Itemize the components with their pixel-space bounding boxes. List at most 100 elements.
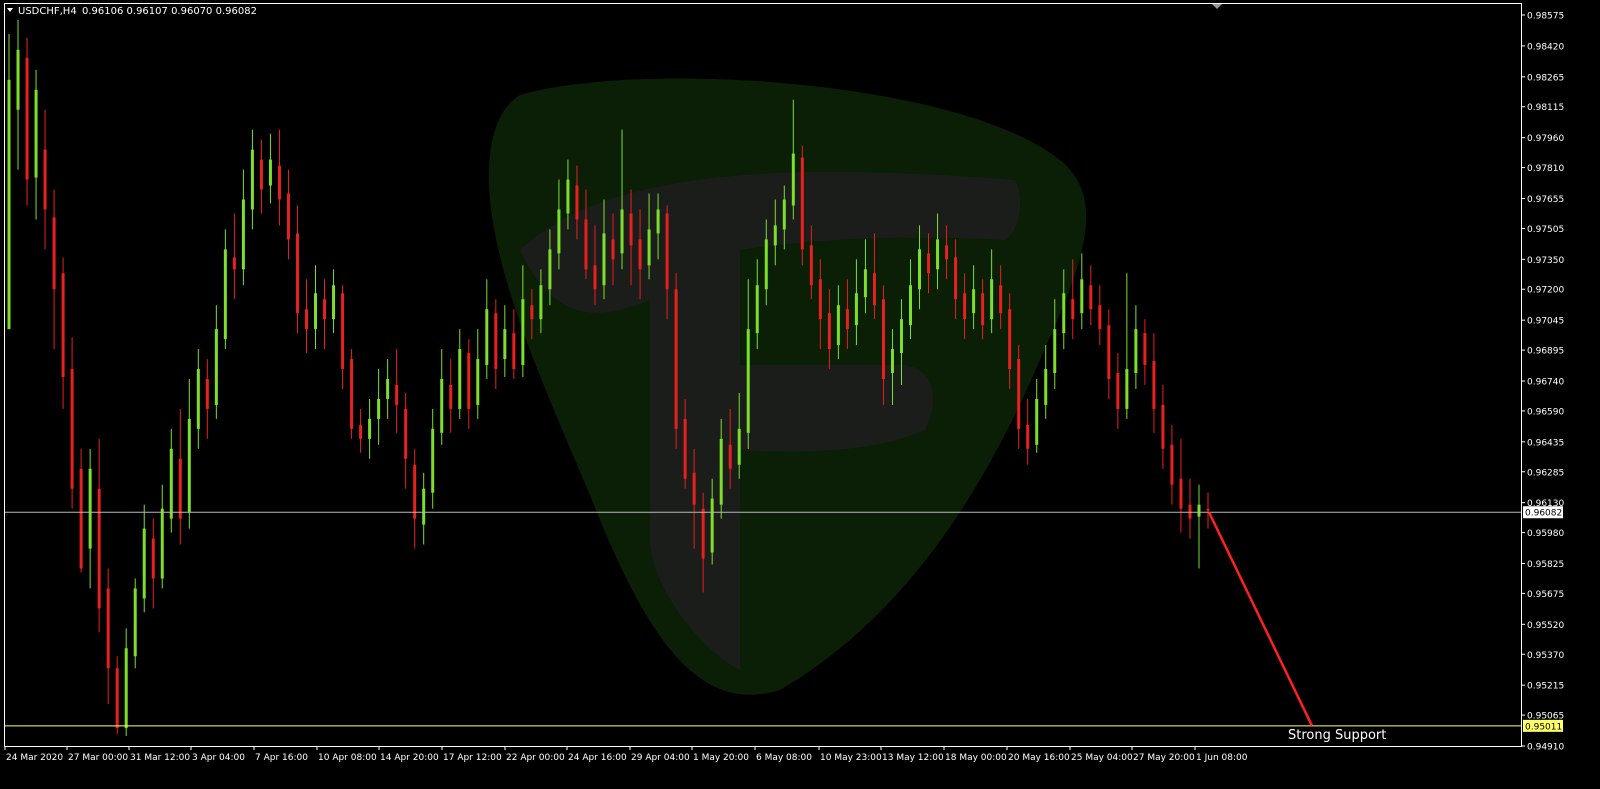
- time-tick-label: 31 Mar 12:00: [130, 753, 190, 763]
- price-tick-label: 0.96895: [1527, 347, 1564, 357]
- time-tick-label: 20 May 16:00: [1008, 753, 1070, 763]
- time-tick-label: 10 May 23:00: [820, 753, 882, 763]
- candle-body: [205, 379, 209, 409]
- time-tick-label: 27 May 20:00: [1133, 753, 1195, 763]
- candle-body: [872, 273, 876, 306]
- candle-body: [1017, 359, 1021, 429]
- candle-body: [440, 379, 444, 433]
- time-tick-label: 13 May 12:00: [882, 753, 944, 763]
- candle-body: [854, 293, 858, 326]
- candle-body: [638, 239, 642, 270]
- candle-body: [909, 285, 913, 326]
- time-tick-label: 10 Apr 08:00: [318, 753, 377, 763]
- candle-body: [386, 379, 390, 399]
- candle-body: [1125, 369, 1129, 409]
- candle-body: [1089, 285, 1093, 310]
- candle-body: [1062, 293, 1066, 334]
- time-tick-label: 1 Jun 08:00: [1196, 753, 1248, 763]
- candle-body: [512, 333, 516, 370]
- candle-body: [232, 257, 236, 270]
- candle-body: [359, 424, 363, 439]
- candle-body: [981, 293, 985, 326]
- candle-body: [927, 253, 931, 274]
- candle-body: [1179, 478, 1183, 509]
- candle-body: [881, 299, 885, 380]
- time-tick-label: 6 May 08:00: [756, 753, 812, 763]
- time-tick-label: 1 May 20:00: [693, 753, 749, 763]
- candle-body: [341, 293, 345, 370]
- candle-body: [1080, 279, 1084, 314]
- candle-body: [196, 369, 200, 429]
- price-tick-label: 0.95825: [1527, 560, 1564, 570]
- price-tick-label: 0.96435: [1527, 438, 1564, 448]
- candle-body: [160, 508, 164, 579]
- candle-body: [61, 273, 65, 378]
- candle-body: [954, 257, 958, 300]
- candle-body: [521, 299, 525, 366]
- candle-body: [268, 159, 272, 186]
- chart-canvas[interactable]: 0.98575 0.98420 0.98265 0.98115 0.97960 0.978…: [0, 0, 1600, 785]
- support-price-tag-label: 0.95011: [1525, 722, 1562, 732]
- price-tick-label: 0.97960: [1527, 134, 1564, 144]
- price-chart[interactable]: 0.98575 0.98420 0.98265 0.98115 0.97960 0.978…: [0, 0, 1600, 785]
- price-tick-label: 0.96740: [1527, 377, 1564, 387]
- candle-body: [503, 329, 507, 360]
- candle-body: [764, 239, 768, 290]
- candle-body: [314, 293, 318, 330]
- candle-body: [223, 249, 227, 340]
- support-price-tag: 0.95011: [1523, 719, 1563, 732]
- candle-body: [52, 217, 56, 290]
- candle-body: [647, 229, 651, 266]
- candle-body: [629, 213, 633, 246]
- candle-body: [1161, 404, 1165, 449]
- price-tick-label: 0.95370: [1527, 651, 1564, 661]
- time-tick-label: 29 Apr 04:00: [631, 753, 690, 763]
- candle-body: [737, 428, 741, 465]
- candle-body: [539, 285, 543, 320]
- candle-bearish: [350, 349, 354, 439]
- candle-body: [918, 249, 922, 290]
- candle-body: [1026, 424, 1030, 449]
- time-tick-label: 3 Apr 04:00: [192, 753, 245, 763]
- candle-body: [106, 588, 110, 669]
- candle-body: [241, 199, 245, 270]
- candle-body: [936, 239, 940, 270]
- ohlc-readout: 0.96106 0.96107 0.96070 0.96082: [82, 6, 257, 17]
- time-tick-label: 24 Mar 2020: [6, 753, 63, 763]
- candle-body: [1071, 299, 1075, 320]
- candle-body: [395, 384, 399, 405]
- candle-body: [458, 349, 462, 409]
- candle-body: [1134, 329, 1138, 374]
- candle-body: [368, 418, 372, 439]
- candle-body: [683, 418, 687, 479]
- price-tick-label: 0.97505: [1527, 225, 1564, 235]
- candle-body: [404, 408, 408, 459]
- price-tick-label: 0.95980: [1527, 529, 1564, 539]
- price-tick-label: 0.95520: [1527, 621, 1564, 631]
- candle-body: [323, 299, 327, 320]
- candle-body: [79, 468, 83, 569]
- candle-body: [34, 89, 38, 178]
- symbol-timeframe: USDCHF,H4: [18, 6, 77, 17]
- candle-body: [304, 309, 308, 330]
- candle-body: [746, 329, 750, 433]
- candle-body: [259, 159, 263, 190]
- candle-body: [593, 265, 597, 290]
- candle-body: [899, 319, 903, 354]
- candle-body: [963, 293, 967, 320]
- candle-body: [972, 289, 976, 314]
- candle-body: [584, 219, 588, 270]
- candle-body: [800, 157, 804, 250]
- candle-body: [1143, 333, 1147, 366]
- candle-body: [286, 193, 290, 240]
- candle-body: [250, 149, 254, 210]
- candle-body: [755, 285, 759, 334]
- candle-body: [1188, 504, 1192, 519]
- time-tick-label: 17 Apr 12:00: [443, 753, 502, 763]
- candle-body: [431, 428, 435, 493]
- candle-body: [530, 305, 534, 320]
- time-tick-label: 25 May 04:00: [1071, 753, 1133, 763]
- price-tick-label: 0.98575: [1527, 12, 1564, 22]
- candle-body: [1098, 305, 1102, 330]
- bid-price-tag-label: 0.96082: [1525, 509, 1562, 519]
